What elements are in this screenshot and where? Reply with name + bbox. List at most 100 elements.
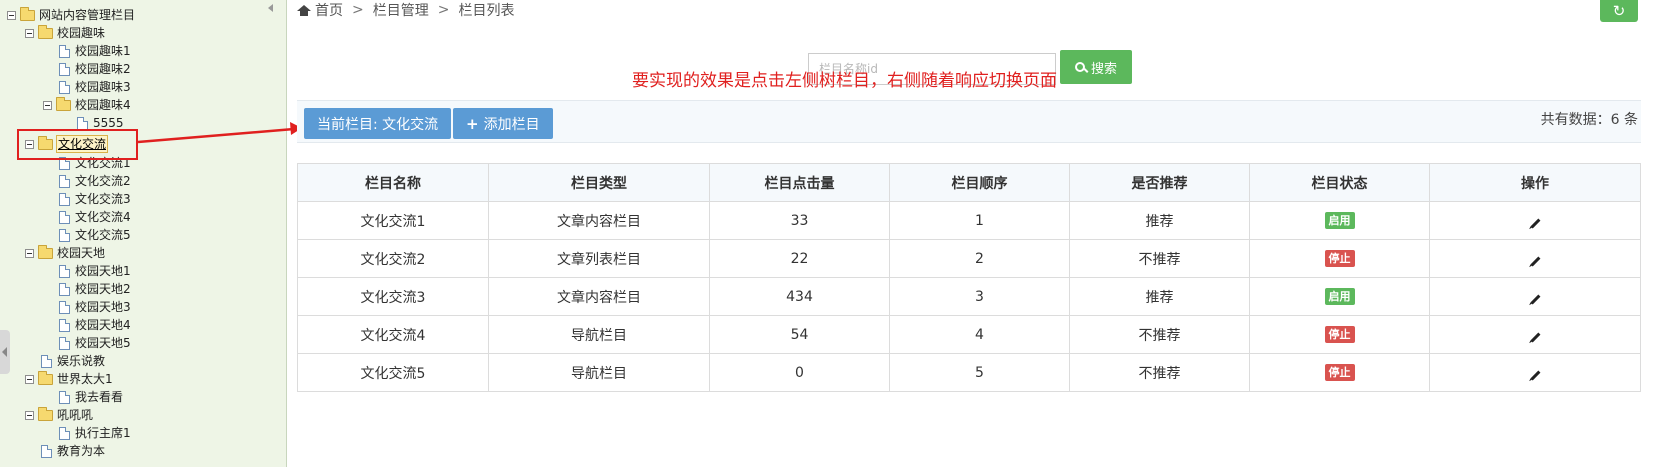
tree-node-label[interactable]: 文化交流2 (74, 173, 132, 189)
cell-order: 3 (889, 277, 1070, 316)
breadcrumb-home[interactable]: 首页 (315, 0, 343, 20)
tree-node[interactable]: 校园天地3 (59, 298, 132, 316)
cell-actions (1429, 353, 1641, 392)
status-badge[interactable]: 启用 (1324, 288, 1355, 305)
search-button[interactable]: 搜索 (1060, 50, 1132, 84)
column-header: 操作 (1429, 163, 1641, 202)
current-column-button[interactable]: 当前栏目: 文化交流 (304, 108, 452, 139)
breadcrumb-section[interactable]: 栏目管理 (373, 0, 429, 20)
tree-node-label[interactable]: 校园天地2 (74, 281, 132, 297)
table-header-row: 栏目名称 栏目类型 栏目点击量 栏目顺序 是否推荐 栏目状态 操作 (297, 163, 1641, 202)
home-icon (297, 4, 311, 16)
edit-icon[interactable] (1530, 256, 1540, 266)
tree-node[interactable]: 教育为本 (41, 442, 106, 460)
tree-node-label[interactable]: 执行主席1 (74, 425, 132, 441)
tree-node-label[interactable]: 校园天地3 (74, 299, 132, 315)
cell-status: 启用 (1249, 201, 1430, 240)
file-icon (59, 210, 70, 224)
tree-node-label[interactable]: 文化交流4 (74, 209, 132, 225)
cell-clicks: 0 (709, 353, 890, 392)
cell-recommend: 推荐 (1069, 277, 1250, 316)
tree-node[interactable]: 文化交流3 (59, 190, 132, 208)
cell-clicks: 434 (709, 277, 890, 316)
file-icon (59, 390, 70, 404)
tree-node[interactable]: 文化交流2 (59, 172, 132, 190)
cell-name: 文化交流3 (297, 277, 489, 316)
status-badge[interactable]: 停止 (1324, 364, 1355, 381)
cell-type: 导航栏目 (488, 353, 710, 392)
tree-node[interactable]: 文化交流4 (59, 208, 132, 226)
cell-name: 文化交流4 (297, 315, 489, 354)
annotation-text: 要实现的效果是点击左侧树栏目，右侧随着响应切换页面 (632, 71, 1057, 91)
column-header: 栏目类型 (488, 163, 710, 202)
cell-status: 启用 (1249, 277, 1430, 316)
column-header: 是否推荐 (1069, 163, 1250, 202)
file-icon (59, 336, 70, 350)
cell-actions (1429, 315, 1641, 354)
table-row: 文化交流1 文章内容栏目 33 1 推荐 启用 (297, 201, 1641, 240)
cell-clicks: 22 (709, 239, 890, 278)
cell-order: 4 (889, 315, 1070, 354)
tree-node-label[interactable]: 吼吼吼 (56, 407, 94, 423)
table-row: 文化交流5 导航栏目 0 5 不推荐 停止 (297, 353, 1641, 392)
cell-type: 文章列表栏目 (488, 239, 710, 278)
table-row: 文化交流3 文章内容栏目 434 3 推荐 启用 (297, 277, 1641, 316)
plus-icon: + (466, 114, 479, 133)
tree-node[interactable]: 校园天地1 (59, 262, 132, 280)
cell-type: 文章内容栏目 (488, 277, 710, 316)
file-icon (41, 444, 52, 458)
tree-node[interactable]: 校园天地4 (59, 316, 132, 334)
tree-node[interactable]: 文化交流5 (59, 226, 132, 244)
edit-icon[interactable] (1530, 294, 1540, 304)
cell-recommend: 不推荐 (1069, 353, 1250, 392)
tree-node[interactable]: 娱乐说教 (41, 352, 106, 370)
file-icon (59, 228, 70, 242)
tree-node-label[interactable]: 校园天地4 (74, 317, 132, 333)
tree-node-label[interactable]: 世界太大1 (56, 371, 114, 387)
status-badge[interactable]: 停止 (1324, 250, 1355, 267)
collapse-toggle-icon[interactable] (25, 410, 34, 420)
tree-node[interactable]: 校园天地5 (59, 334, 132, 352)
tree-node-label[interactable]: 文化交流5 (74, 227, 132, 243)
cell-clicks: 33 (709, 201, 890, 240)
breadcrumb-separator: > (437, 2, 450, 18)
tree-node-label[interactable]: 娱乐说教 (56, 353, 106, 369)
tree-node[interactable]: 校园天地 (25, 244, 106, 262)
tree-node-label[interactable]: 校园天地5 (74, 335, 132, 351)
cell-order: 5 (889, 353, 1070, 392)
collapse-toggle-icon[interactable] (25, 374, 34, 384)
tree-node[interactable]: 校园天地2 (59, 280, 132, 298)
file-icon (41, 354, 52, 368)
status-badge[interactable]: 停止 (1324, 326, 1355, 343)
file-icon (59, 318, 70, 332)
tree-node-label[interactable]: 文化交流3 (74, 191, 132, 207)
collapse-toggle-icon[interactable] (25, 248, 34, 258)
edit-icon[interactable] (1530, 218, 1540, 228)
add-column-label: 添加栏目 (483, 116, 540, 133)
cell-clicks: 54 (709, 315, 890, 354)
status-badge[interactable]: 启用 (1324, 212, 1355, 229)
tree-node-label[interactable]: 我去看看 (74, 389, 124, 405)
tree-node[interactable]: 吼吼吼 (25, 406, 94, 424)
sidebar-collapse-handle[interactable] (0, 330, 10, 374)
cell-order: 2 (889, 239, 1070, 278)
tree-node[interactable]: 世界太大1 (25, 370, 114, 388)
file-icon (59, 174, 70, 188)
tree-node[interactable]: 我去看看 (59, 388, 124, 406)
edit-icon[interactable] (1530, 370, 1540, 380)
table-row: 文化交流4 导航栏目 54 4 不推荐 停止 (297, 315, 1641, 354)
edit-icon[interactable] (1530, 332, 1540, 342)
tree-node-label[interactable]: 校园天地 (56, 245, 106, 261)
add-column-button[interactable]: + 添加栏目 (453, 108, 553, 139)
tree-node-label[interactable]: 校园天地1 (74, 263, 132, 279)
refresh-button[interactable]: ↻ (1600, 0, 1638, 22)
column-header: 栏目点击量 (709, 163, 890, 202)
cell-recommend: 不推荐 (1069, 315, 1250, 354)
tree-node[interactable]: 执行主席1 (59, 424, 132, 442)
file-icon (59, 264, 70, 278)
breadcrumb-page: 栏目列表 (458, 3, 515, 19)
file-icon (59, 192, 70, 206)
column-header: 栏目顺序 (889, 163, 1070, 202)
tree-node-label[interactable]: 教育为本 (56, 443, 106, 459)
cell-name: 文化交流5 (297, 353, 489, 392)
